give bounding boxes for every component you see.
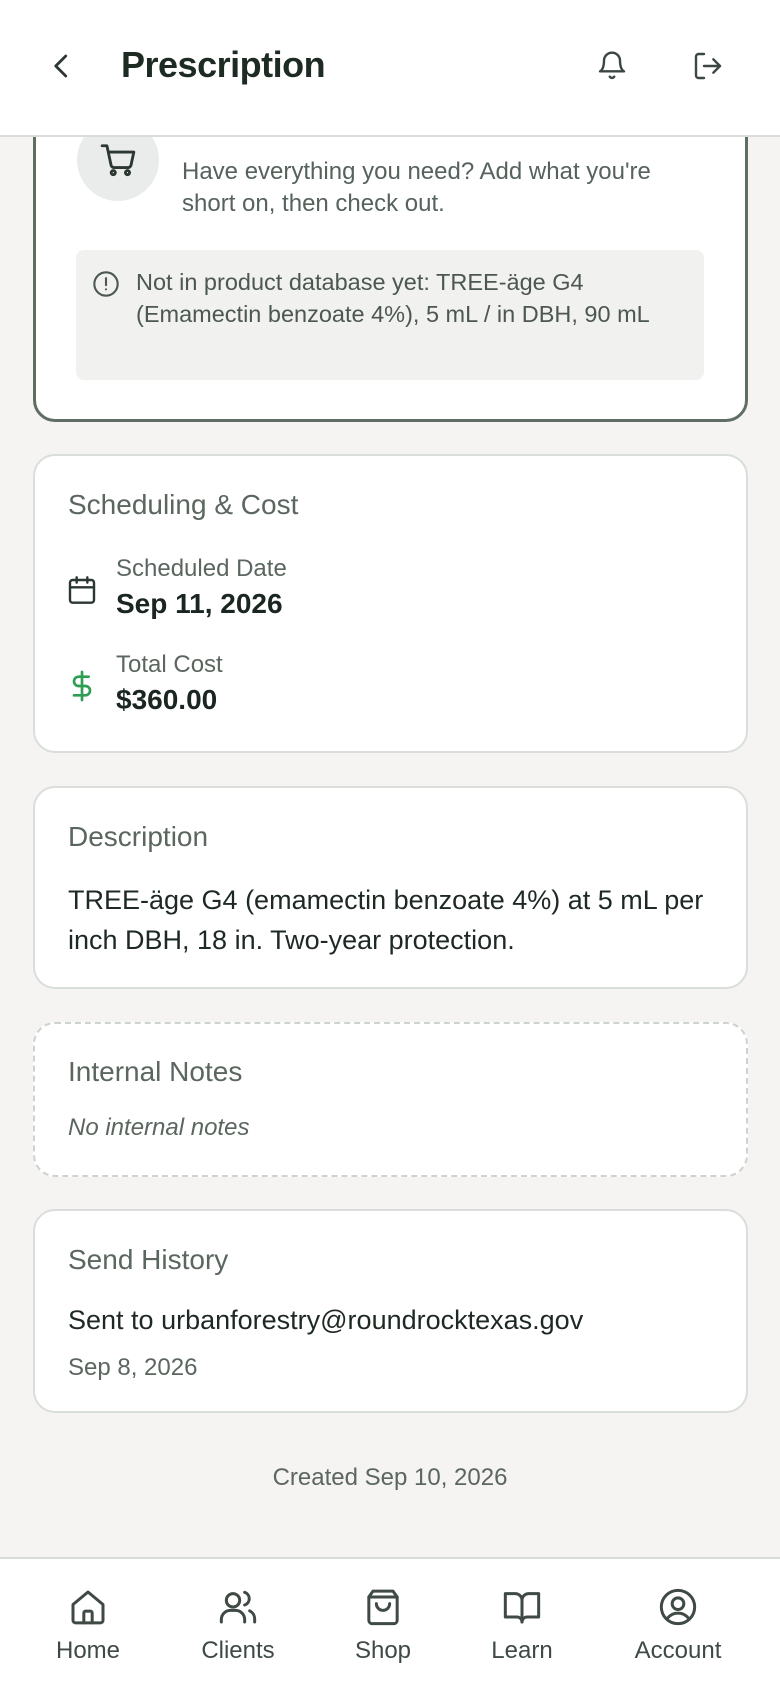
nav-learn-label: Learn bbox=[491, 1637, 553, 1664]
warning-text: Not in product database yet: TREE-äge G4… bbox=[136, 269, 650, 327]
calendar-icon bbox=[65, 573, 99, 607]
notifications-button[interactable] bbox=[590, 46, 634, 90]
nav-clients-label: Clients bbox=[201, 1637, 275, 1664]
scheduled-date-label: Scheduled Date bbox=[116, 555, 287, 582]
total-cost-value: $360.00 bbox=[116, 684, 218, 715]
scheduled-date-value: Sep 11, 2026 bbox=[116, 588, 283, 619]
bottom-nav: Home Clients Shop Learn Account bbox=[0, 1557, 780, 1688]
sent-to-line: Sent to urbanforestry@roundrocktexas.gov bbox=[68, 1305, 583, 1336]
send-history-card: Send History Sent to urbanforestry@round… bbox=[33, 1209, 748, 1413]
nav-home-label: Home bbox=[55, 1637, 121, 1664]
log-out-icon bbox=[692, 50, 724, 87]
internal-notes-empty: No internal notes bbox=[68, 1114, 250, 1141]
book-open-icon bbox=[500, 1585, 544, 1629]
total-cost-label: Total Cost bbox=[116, 651, 223, 678]
send-history-title: Send History bbox=[68, 1244, 229, 1275]
user-circle-icon bbox=[656, 1585, 700, 1629]
created-date: Created Sep 10, 2026 bbox=[272, 1464, 508, 1491]
description-title: Description bbox=[68, 821, 209, 852]
chevron-left-icon bbox=[47, 51, 77, 86]
page-title: Prescription bbox=[121, 44, 326, 85]
sent-to-prefix: Sent to bbox=[68, 1305, 162, 1335]
nav-shop[interactable]: Shop bbox=[313, 1559, 453, 1688]
prescription-screen: Have everything you need? Add what you'r… bbox=[0, 0, 780, 1688]
back-button[interactable] bbox=[40, 46, 84, 90]
nav-learn[interactable]: Learn bbox=[452, 1559, 592, 1688]
internal-notes-title: Internal Notes bbox=[68, 1056, 243, 1087]
nav-clients[interactable]: Clients bbox=[168, 1559, 308, 1688]
nav-account-label: Account bbox=[634, 1637, 722, 1664]
bell-icon bbox=[596, 50, 628, 87]
alert-circle-icon bbox=[92, 270, 120, 298]
logout-button[interactable] bbox=[686, 46, 730, 90]
product-warning: Not in product database yet: TREE-äge G4… bbox=[76, 250, 704, 380]
nav-home[interactable]: Home bbox=[18, 1559, 158, 1688]
cart-description: Have everything you need? Add what you'r… bbox=[182, 158, 651, 217]
nav-account[interactable]: Account bbox=[608, 1559, 748, 1688]
sent-email: urbanforestry@roundrocktexas.gov bbox=[161, 1305, 584, 1335]
description-text: TREE-äge G4 (emamectin benzoate 4%) at 5… bbox=[68, 885, 704, 955]
scheduling-title: Scheduling & Cost bbox=[68, 489, 299, 520]
app-header: Prescription bbox=[0, 0, 780, 137]
sent-date: Sep 8, 2026 bbox=[68, 1354, 198, 1381]
home-icon bbox=[66, 1585, 110, 1629]
scheduling-cost-card: Scheduling & Cost Scheduled Date Sep 11,… bbox=[33, 454, 748, 753]
users-icon bbox=[216, 1585, 260, 1629]
shopping-bag-icon bbox=[361, 1585, 405, 1629]
internal-notes-card[interactable]: Internal Notes No internal notes bbox=[33, 1022, 748, 1177]
description-card: Description TREE-äge G4 (emamectin benzo… bbox=[33, 786, 748, 989]
dollar-icon bbox=[65, 669, 99, 703]
nav-shop-label: Shop bbox=[354, 1637, 412, 1664]
